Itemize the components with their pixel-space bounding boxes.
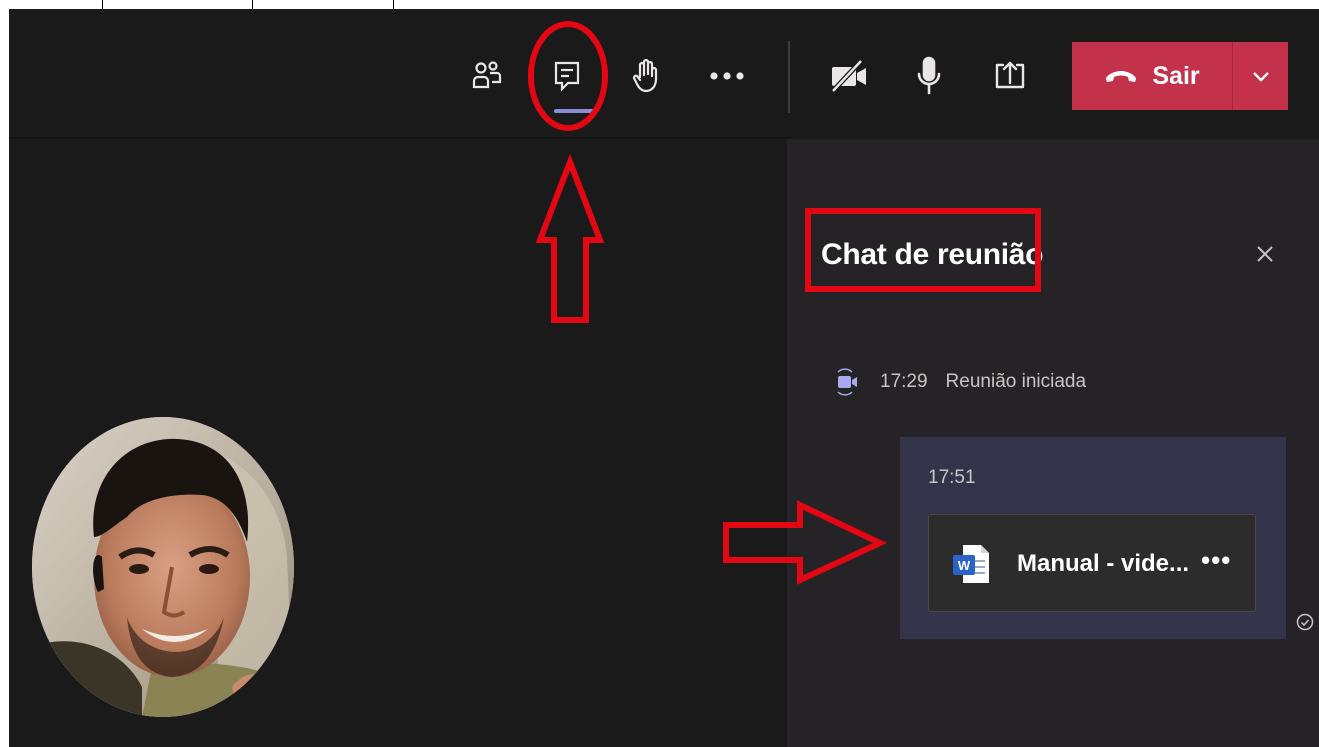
teams-meeting-window: Sair Chat de reunião 17:29 Reunião inici… (9, 9, 1319, 747)
participants-icon (472, 61, 502, 89)
file-attachment[interactable]: W Manual - vide... ••• (928, 514, 1256, 612)
meeting-chat-panel: Chat de reunião 17:29 Reunião iniciada 1… (787, 139, 1319, 747)
divider-tick (102, 0, 103, 9)
file-more-options-button[interactable]: ••• (1201, 545, 1231, 576)
mic-icon (917, 56, 941, 95)
more-icon (710, 72, 744, 80)
meeting-toolbar: Sair (9, 9, 1319, 139)
event-time: 17:29 (880, 371, 928, 392)
chevron-down-icon (1252, 72, 1269, 82)
chat-message: 17:51 W Manual - vide... ••• (900, 437, 1286, 639)
participants-button[interactable] (460, 49, 514, 103)
leave-button-group: Sair (1072, 42, 1288, 110)
camera-off-icon (831, 59, 866, 93)
read-receipt-icon (1296, 613, 1314, 631)
message-time: 17:51 (928, 467, 976, 488)
hang-up-icon (1106, 71, 1137, 82)
toolbar-divider (788, 41, 790, 113)
divider-tick (393, 0, 394, 9)
raise-hand-icon (632, 58, 658, 93)
chat-icon (554, 61, 580, 92)
camera-toggle-button[interactable] (822, 49, 876, 103)
leave-button[interactable]: Sair (1072, 42, 1232, 110)
word-doc-icon: W (953, 545, 989, 583)
close-icon (1257, 246, 1273, 262)
top-strip (0, 0, 1319, 9)
svg-text:W: W (958, 558, 971, 573)
leave-options-button[interactable] (1232, 42, 1288, 110)
participant-avatar (32, 417, 294, 717)
event-text: Reunião iniciada (945, 371, 1087, 392)
leave-label: Sair (1152, 61, 1200, 90)
microphone-button[interactable] (902, 49, 956, 103)
meeting-started-event: 17:29 Reunião iniciada (832, 367, 1086, 397)
share-screen-icon (995, 61, 1025, 89)
chat-active-indicator (554, 109, 596, 113)
raise-hand-button[interactable] (620, 49, 674, 103)
more-options-button[interactable] (700, 49, 754, 103)
participant-photo (32, 417, 294, 717)
meeting-camera-icon (837, 368, 857, 396)
share-screen-button[interactable] (983, 49, 1037, 103)
file-name: Manual - vide... (1017, 550, 1190, 577)
panel-title: Chat de reunião (821, 238, 1044, 271)
divider-tick (252, 0, 253, 9)
chat-button[interactable] (540, 49, 594, 103)
close-panel-button[interactable] (1250, 239, 1280, 269)
